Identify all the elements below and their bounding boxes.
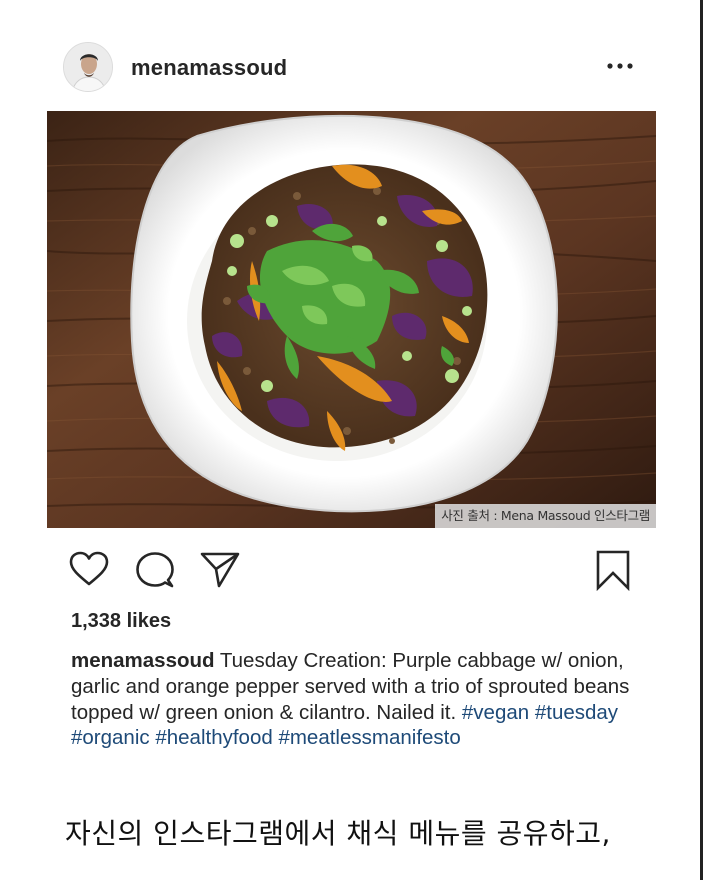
post-header: menamassoud [47,28,656,108]
comment-icon[interactable] [135,551,175,594]
post-username[interactable]: menamassoud [131,55,287,81]
caption-username[interactable]: menamassoud [71,649,215,672]
likes-count[interactable]: 1,338 likes [71,610,171,633]
avatar[interactable] [63,42,113,92]
post-caption: menamassoud Tuesday Creation: Purple cab… [71,648,641,751]
more-options-icon[interactable] [604,56,636,76]
salad-bowl-image [47,111,656,528]
action-bar [47,543,656,594]
hashtag-link[interactable]: #healthyfood [155,726,272,749]
hashtag-link[interactable]: #vegan [462,701,529,724]
hashtag-link[interactable]: #tuesday [535,701,618,724]
heart-icon[interactable] [69,551,109,592]
bookmark-icon[interactable] [595,549,631,596]
paper-plane-icon[interactable] [199,551,241,594]
article-caption: 자신의 인스타그램에서 채식 메뉴를 공유하고, [65,817,611,850]
post-photo[interactable]: 사진 출처 : Mena Massoud 인스타그램 [47,111,656,528]
hashtag-link[interactable]: #organic [71,726,150,749]
instagram-post: menamassoud 사진 출처: Mena Massoud 인스타그램 1… [47,28,656,788]
hashtag-link[interactable]: #meatlessmanifesto [278,726,460,749]
avatar-image [64,43,112,91]
photo-credit: 사진 출처 : Mena Massoud 인스타그램 [435,504,656,528]
